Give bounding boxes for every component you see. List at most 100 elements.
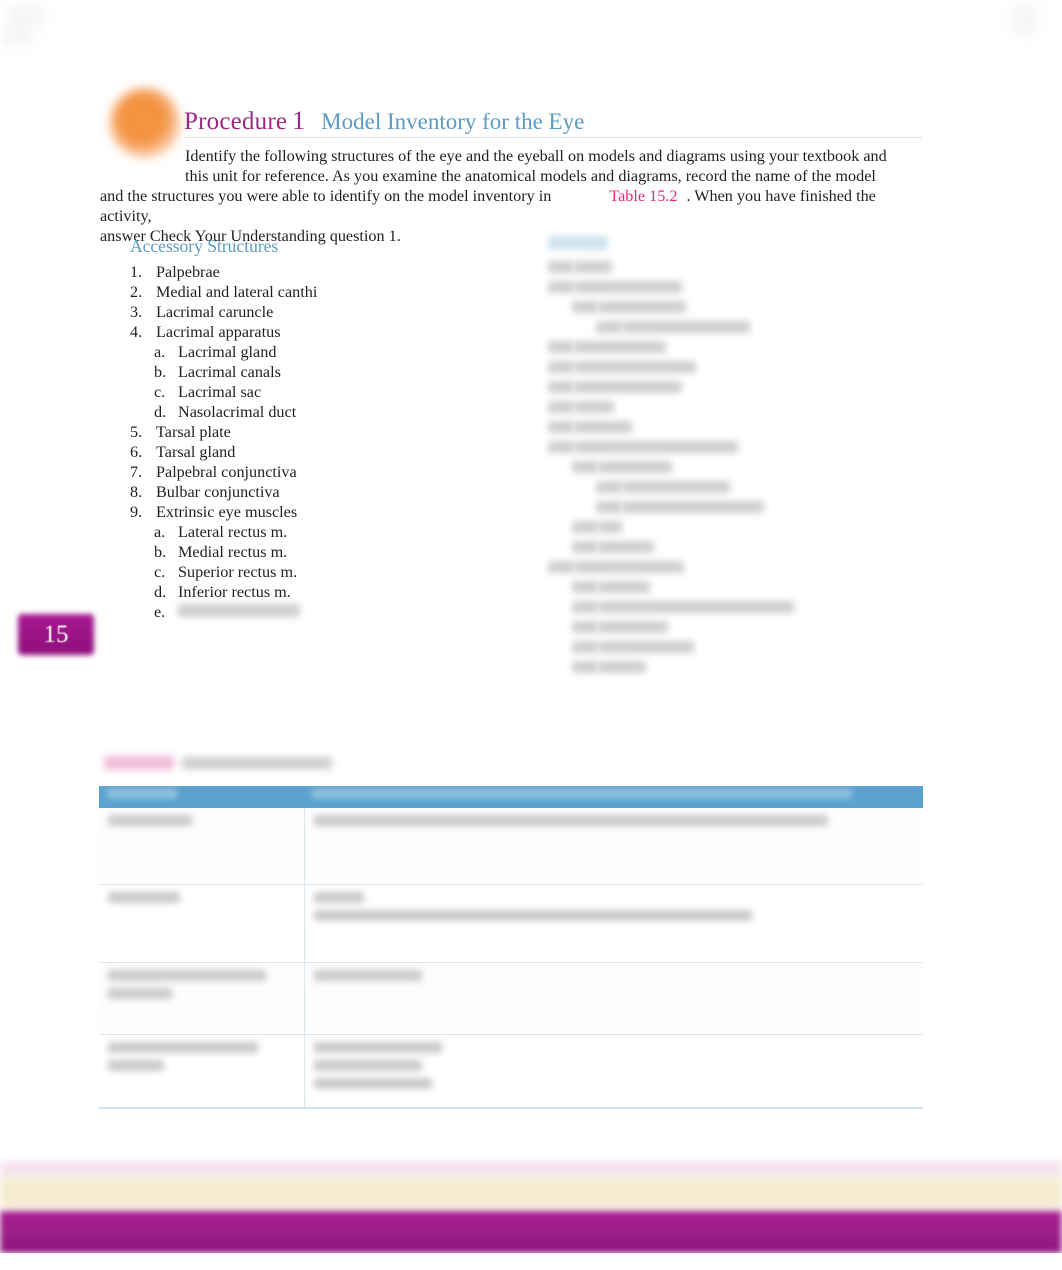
list-item-marker: 3. xyxy=(130,303,143,321)
table-row xyxy=(99,884,923,963)
list-item xyxy=(548,481,918,501)
list-item-marker xyxy=(596,321,622,333)
table-cell-structures[interactable] xyxy=(304,808,923,885)
table-row xyxy=(99,1034,923,1109)
list-item-label xyxy=(574,561,684,573)
bottom-page-edge xyxy=(0,1253,1062,1270)
list-item: 8. Bulbar conjunctiva xyxy=(130,482,480,502)
list-item-marker xyxy=(548,341,574,353)
list-item xyxy=(548,581,918,601)
table-caption-text xyxy=(182,757,332,769)
list-item-label: Tarsal gland xyxy=(156,443,236,461)
page-corner-artifact-top-right xyxy=(1012,2,1038,36)
table-cell-content xyxy=(108,1041,295,1071)
list-item: 5. Tarsal plate xyxy=(130,422,480,442)
table-cell-content xyxy=(313,969,915,981)
list-item-label xyxy=(574,341,666,353)
list-item: b. Lacrimal canals xyxy=(130,362,480,382)
list-item-label xyxy=(598,641,694,653)
list-item: 1. Palpebrae xyxy=(130,262,480,282)
list-item-label xyxy=(598,521,622,533)
table-cell-text-line xyxy=(313,815,828,826)
list-item-marker: 2. xyxy=(130,283,143,301)
bottom-magenta-band xyxy=(0,1211,1062,1253)
eyeball-structures-heading xyxy=(548,236,608,250)
table-cell-model[interactable] xyxy=(99,962,305,1035)
list-item-label xyxy=(574,401,614,413)
list-item-label xyxy=(574,281,682,293)
list-item-marker: d. xyxy=(154,583,167,601)
list-item-label xyxy=(574,421,632,433)
list-item-label: Medial rectus m. xyxy=(178,543,288,561)
list-item-label xyxy=(598,461,672,473)
table-cell-text-line xyxy=(313,1059,422,1071)
table-cell-model[interactable] xyxy=(99,1034,305,1109)
table-cell-model[interactable] xyxy=(99,808,305,885)
table-cell-text-line xyxy=(108,987,172,999)
list-item xyxy=(548,441,918,461)
list-item xyxy=(548,541,918,561)
page-title: Procedure 1 Model Inventory for the Eye xyxy=(184,106,584,136)
table-column-header-structures xyxy=(304,786,923,808)
header-divider xyxy=(184,137,922,138)
table-cell-model[interactable] xyxy=(99,884,305,963)
list-item-marker: b. xyxy=(154,543,167,561)
list-item-marker xyxy=(572,621,598,633)
list-item-label: Lacrimal caruncle xyxy=(156,303,274,321)
list-item-marker xyxy=(572,541,598,553)
list-item: e. xyxy=(130,602,480,622)
list-item-marker: c. xyxy=(154,563,166,581)
list-item xyxy=(548,461,918,481)
list-item-marker: 6. xyxy=(130,443,143,461)
list-item xyxy=(548,621,918,641)
list-item: c. Lacrimal sac xyxy=(130,382,480,402)
list-item-label xyxy=(622,321,750,333)
list-item: a. Lateral rectus m. xyxy=(130,522,480,542)
list-item-label xyxy=(598,601,794,613)
list-item-marker: a. xyxy=(154,523,166,541)
list-item-label: Bulbar conjunctiva xyxy=(156,483,280,501)
table-caption-number xyxy=(104,756,174,770)
list-item-marker: c. xyxy=(154,383,166,401)
table-cell-text-line xyxy=(108,891,180,903)
table-caption xyxy=(104,756,332,770)
page-corner-artifact-top-left-secondary xyxy=(2,26,32,46)
table-row xyxy=(99,962,923,1035)
list-item-marker xyxy=(548,561,574,573)
list-item xyxy=(548,421,918,441)
list-item-marker xyxy=(548,261,574,273)
list-item: a. Lacrimal gland xyxy=(130,342,480,362)
intro-line-1: Identify the following structures of the… xyxy=(185,147,887,165)
list-item xyxy=(548,601,918,621)
eyeball-structures-column xyxy=(548,236,918,681)
list-item-marker xyxy=(548,381,574,393)
list-item-label: Extrinsic eye muscles xyxy=(156,503,298,521)
table-row xyxy=(99,808,923,885)
list-item: 7. Palpebral conjunctiva xyxy=(130,462,480,482)
list-item-marker: 9. xyxy=(130,503,143,521)
list-item-label xyxy=(598,661,646,673)
bottom-pink-band xyxy=(0,1161,1062,1178)
table-cell-text-line xyxy=(108,1059,164,1071)
table-cell-structures[interactable] xyxy=(304,962,923,1035)
list-item-marker: d. xyxy=(154,403,167,421)
list-item-marker: e. xyxy=(154,603,166,621)
eyeball-structures-list xyxy=(548,261,918,681)
list-item xyxy=(548,641,918,661)
table-cell-content xyxy=(108,891,295,903)
list-item-label xyxy=(622,481,730,493)
list-item xyxy=(548,321,918,341)
intro-line-3-text: and the structures you were able to iden… xyxy=(100,187,552,205)
list-item-marker: a. xyxy=(154,343,166,361)
procedure-number: 1 xyxy=(292,106,306,135)
list-item-label: Superior rectus m. xyxy=(178,563,298,581)
table-reference-link[interactable]: Table 15.2 xyxy=(609,187,677,205)
table-cell-structures[interactable] xyxy=(304,1034,923,1109)
list-item-label: Lacrimal gland xyxy=(178,343,277,361)
list-item xyxy=(548,661,918,681)
list-item xyxy=(548,521,918,541)
list-item: 6. Tarsal gland xyxy=(130,442,480,462)
list-item-label: Medial and lateral canthi xyxy=(156,283,318,301)
table-cell-text-line xyxy=(108,815,192,826)
table-cell-structures[interactable] xyxy=(304,884,923,963)
